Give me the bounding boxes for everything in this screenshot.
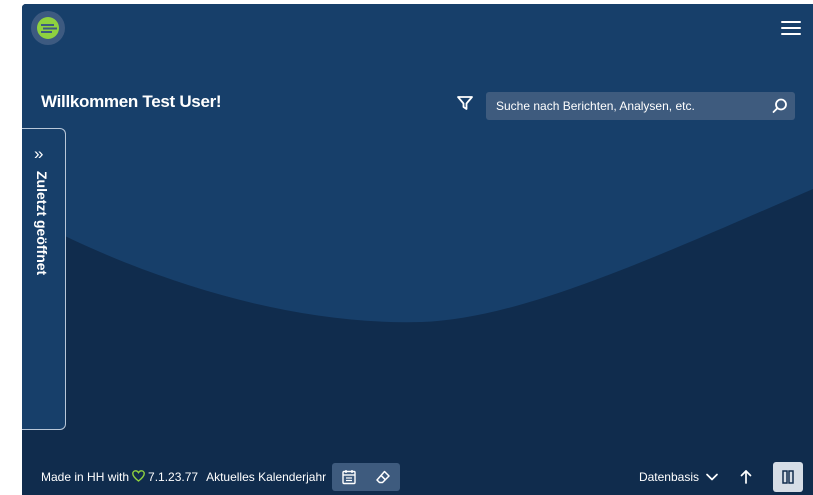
made-in-text: Made in HH with <box>41 470 130 484</box>
datenbasis-label: Datenbasis <box>638 470 699 484</box>
hero-background <box>22 4 813 495</box>
version-number: 7.1.23.77 <box>148 470 199 484</box>
period-label: Aktuelles Kalenderjahr <box>206 470 327 484</box>
column-layout-button[interactable] <box>773 462 803 492</box>
logo-icon <box>31 11 65 45</box>
footer-info: Made in HH with 7.1.23.77 Aktuelles Kale… <box>41 463 401 491</box>
sort-ascending-icon[interactable] <box>739 469 753 485</box>
footer-controls: Datenbasis <box>639 462 803 492</box>
recently-opened-tab[interactable]: » Zuletzt geöffnet <box>22 128 66 430</box>
heart-icon <box>132 470 145 484</box>
chevron-down-icon[interactable] <box>705 470 719 484</box>
footer: Made in HH with 7.1.23.77 Aktuelles Kale… <box>22 457 813 495</box>
app-shell: Willkommen Test User! » Zuletzt geöffnet… <box>22 4 813 495</box>
search-input[interactable] <box>486 92 756 120</box>
search-box <box>486 92 795 120</box>
eraser-icon <box>376 470 390 484</box>
search-icon[interactable] <box>771 97 789 115</box>
period-tools <box>332 463 401 491</box>
double-chevron-right-icon: » <box>34 144 44 163</box>
brand-logo[interactable] <box>30 10 66 46</box>
welcome-heading: Willkommen Test User! <box>41 92 222 111</box>
calendar-icon <box>342 470 356 485</box>
recently-opened-label: Zuletzt geöffnet <box>34 171 50 276</box>
clear-button[interactable] <box>366 463 400 491</box>
hamburger-menu-icon[interactable] <box>781 21 801 37</box>
columns-icon <box>782 470 794 484</box>
calendar-button[interactable] <box>332 463 366 491</box>
filter-icon[interactable] <box>456 94 474 112</box>
